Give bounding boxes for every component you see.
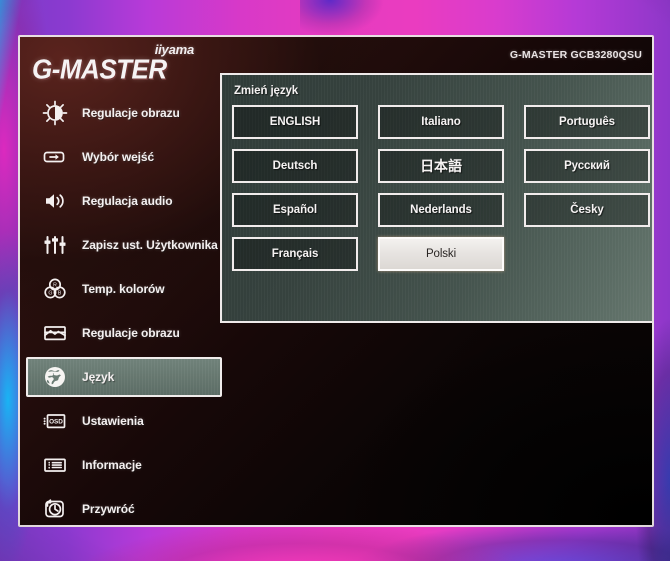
language-column-2: Italiano 日本語 Nederlands Polski xyxy=(378,105,504,271)
language-button-grid: ENGLISH Deutsch Español Français Italiano 日本語… xyxy=(222,105,652,271)
panel-title: Zmień język xyxy=(234,85,299,97)
sidebar-item-label: Zapisz ust. Użytkownika xyxy=(82,238,218,252)
sidebar-item-label: Wybór wejść xyxy=(82,150,155,164)
language-button[interactable]: Nederlands xyxy=(378,193,504,227)
sidebar-item-label: Regulacje obrazu xyxy=(82,106,180,120)
sidebar-item-label: Temp. kolorów xyxy=(82,282,165,296)
sidebar-item-1[interactable]: Regulacje obrazu xyxy=(26,93,222,133)
sidebar-item-3[interactable]: Regulacja audio xyxy=(26,181,222,221)
language-button[interactable]: 日本語 xyxy=(378,149,504,183)
monitor-bezel: iiyama G-MASTER G-MASTER GCB3280QSU Regu… xyxy=(18,35,654,527)
photo-of-monitor: iiyama G-MASTER G-MASTER GCB3280QSU Regu… xyxy=(0,0,670,561)
osd-sidebar-menu: Regulacje obrazu Wybór wejść Regulacja a… xyxy=(26,93,222,525)
language-button[interactable]: Español xyxy=(232,193,358,227)
reset-clock-icon xyxy=(40,494,70,524)
sidebar-item-10[interactable]: Przywróć xyxy=(26,489,222,525)
information-icon xyxy=(40,450,70,480)
brightness-contrast-icon xyxy=(40,98,70,128)
sidebar-item-9[interactable]: Informacje xyxy=(26,445,222,485)
language-button[interactable]: Italiano xyxy=(378,105,504,139)
sidebar-item-label: Przywróć xyxy=(82,502,135,516)
sidebar-item-label: Język xyxy=(82,370,115,384)
language-button[interactable]: ENGLISH xyxy=(232,105,358,139)
brand-logo: iiyama G-MASTER xyxy=(32,41,212,85)
monitor-screen: iiyama G-MASTER G-MASTER GCB3280QSU Regu… xyxy=(20,37,652,525)
osd-icon: OSD xyxy=(40,406,70,436)
input-select-icon xyxy=(40,142,70,172)
model-name: G-MASTER GCB3280QSU xyxy=(509,49,642,61)
language-button[interactable]: Русский xyxy=(524,149,650,183)
rgb-circles-icon: R G B xyxy=(40,274,70,304)
sidebar-item-label: Regulacje obrazu xyxy=(82,326,180,340)
language-column-1: ENGLISH Deutsch Español Français xyxy=(232,105,358,271)
sidebar-item-8[interactable]: OSD Ustawienia xyxy=(26,401,222,441)
sliders-icon xyxy=(40,230,70,260)
sidebar-item-6[interactable]: Regulacje obrazu xyxy=(26,313,222,353)
svg-text:B: B xyxy=(58,290,62,296)
svg-text:G: G xyxy=(48,290,52,296)
picture-adjust-icon xyxy=(40,318,70,348)
g-master-wordmark: G-MASTER xyxy=(32,52,167,86)
svg-text:OSD: OSD xyxy=(49,419,63,426)
sidebar-item-4[interactable]: Zapisz ust. Użytkownika xyxy=(26,225,222,265)
sidebar-item-7[interactable]: Język xyxy=(26,357,222,397)
svg-text:R: R xyxy=(53,283,57,289)
language-button[interactable]: Português xyxy=(524,105,650,139)
language-button[interactable]: Français xyxy=(232,237,358,271)
sidebar-item-2[interactable]: Wybór wejść xyxy=(26,137,222,177)
sidebar-item-label: Regulacja audio xyxy=(82,194,173,208)
globe-icon xyxy=(40,362,70,392)
sidebar-item-5[interactable]: R G B Temp. kolorów xyxy=(26,269,222,309)
language-button-selected[interactable]: Polski xyxy=(378,237,504,271)
language-button[interactable]: Deutsch xyxy=(232,149,358,183)
language-column-3: Português Русский Česky xyxy=(524,105,650,271)
language-selection-panel: Zmień język ENGLISH Deutsch Español Françai… xyxy=(220,73,652,323)
language-button[interactable]: Česky xyxy=(524,193,650,227)
speaker-icon xyxy=(40,186,70,216)
sidebar-item-label: Informacje xyxy=(82,458,142,472)
sidebar-item-label: Ustawienia xyxy=(82,414,144,428)
